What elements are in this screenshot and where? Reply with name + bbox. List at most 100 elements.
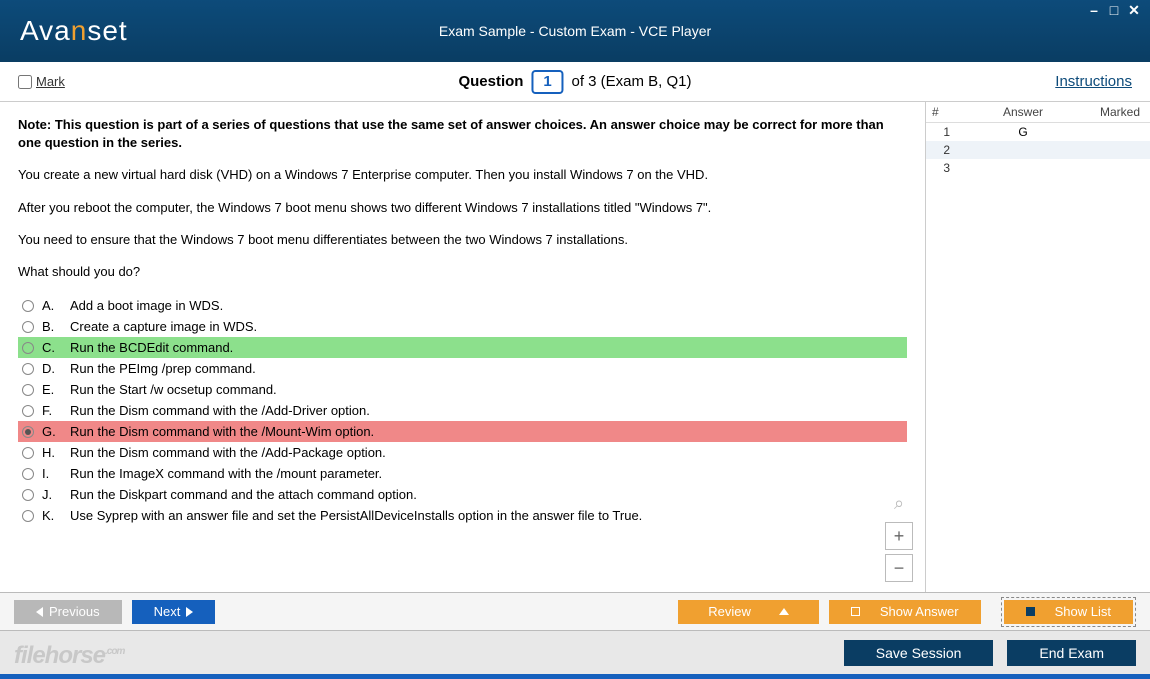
review-button[interactable]: Review: [678, 600, 819, 624]
answer-option[interactable]: D. Run the PEImg /prep command.: [18, 358, 907, 379]
show-answer-button[interactable]: Show Answer: [829, 600, 981, 624]
list-item[interactable]: 1G: [926, 123, 1150, 141]
square-icon: [851, 607, 860, 616]
body-p4: What should you do?: [18, 263, 907, 281]
answer-option[interactable]: K. Use Syprep with an answer file and set…: [18, 505, 907, 526]
col-marked: Marked: [1090, 102, 1150, 122]
mark-checkbox[interactable]: [18, 75, 32, 89]
body-p2: After you reboot the computer, the Windo…: [18, 199, 907, 217]
col-answer: Answer: [956, 102, 1090, 122]
end-exam-button[interactable]: End Exam: [1007, 640, 1136, 666]
save-session-button[interactable]: Save Session: [844, 640, 994, 666]
footer-bar: filehorse.com Save Session End Exam: [0, 630, 1150, 674]
answer-option[interactable]: G. Run the Dism command with the /Mount-W…: [18, 421, 907, 442]
window-title: Exam Sample - Custom Exam - VCE Player: [439, 23, 711, 39]
show-list-button[interactable]: Show List: [1004, 600, 1133, 624]
next-button[interactable]: Next: [132, 600, 216, 624]
answer-text: Run the Dism command with the /Mount-Wim…: [70, 424, 374, 439]
radio-icon[interactable]: [22, 468, 34, 480]
question-bar: Mark Question 1 of 3 (Exam B, Q1) Instru…: [0, 62, 1150, 102]
answer-option[interactable]: J. Run the Diskpart command and the attac…: [18, 484, 907, 505]
instructions-link[interactable]: Instructions: [1055, 73, 1132, 90]
radio-icon[interactable]: [22, 489, 34, 501]
show-list-wrapper: Show List: [1001, 597, 1136, 627]
zoom-controls: ⌕ + −: [885, 493, 913, 582]
answer-text: Create a capture image in WDS.: [70, 319, 257, 334]
app-logo: Avanset: [20, 15, 128, 47]
radio-icon[interactable]: [22, 426, 34, 438]
answer-list-panel: # Answer Marked 1G23: [926, 102, 1150, 592]
answer-text: Add a boot image in WDS.: [70, 298, 223, 313]
show-list-label: Show List: [1055, 604, 1111, 619]
answer-text: Run the Dism command with the /Add-Drive…: [70, 403, 370, 418]
answer-letter: A.: [42, 298, 62, 313]
magnifier-icon[interactable]: ⌕: [894, 493, 904, 514]
answer-letter: I.: [42, 466, 62, 481]
question-number-input[interactable]: 1: [531, 70, 563, 94]
radio-icon[interactable]: [22, 405, 34, 417]
radio-icon[interactable]: [22, 300, 34, 312]
question-indicator: Question 1 of 3 (Exam B, Q1): [458, 70, 691, 94]
nav-bar: Previous Next Review Show Answer Show Li…: [0, 592, 1150, 630]
list-item[interactable]: 2: [926, 141, 1150, 159]
radio-icon[interactable]: [22, 447, 34, 459]
logo-accent: n: [71, 15, 88, 46]
mark-checkbox-group[interactable]: Mark: [18, 74, 65, 89]
chevron-left-icon: [36, 607, 43, 617]
review-label: Review: [708, 604, 751, 619]
side-rows: 1G23: [926, 123, 1150, 177]
show-answer-label: Show Answer: [880, 604, 959, 619]
body-p3: You need to ensure that the Windows 7 bo…: [18, 231, 907, 249]
answer-option[interactable]: F. Run the Dism command with the /Add-Dri…: [18, 400, 907, 421]
zoom-out-button[interactable]: −: [885, 554, 913, 582]
answer-letter: K.: [42, 508, 62, 523]
question-of-text: of 3 (Exam B, Q1): [571, 73, 691, 90]
answer-letter: D.: [42, 361, 62, 376]
body-p1: You create a new virtual hard disk (VHD)…: [18, 166, 907, 184]
close-icon[interactable]: ✕: [1126, 2, 1142, 19]
radio-icon[interactable]: [22, 384, 34, 396]
list-item[interactable]: 3: [926, 159, 1150, 177]
chevron-up-icon: [779, 608, 789, 615]
side-header: # Answer Marked: [926, 102, 1150, 123]
zoom-in-button[interactable]: +: [885, 522, 913, 550]
answer-option[interactable]: B. Create a capture image in WDS.: [18, 316, 907, 337]
answer-option[interactable]: I. Run the ImageX command with the /mount…: [18, 463, 907, 484]
watermark: filehorse.com: [14, 642, 124, 670]
col-num: #: [926, 102, 956, 122]
answer-text: Run the Start /w ocsetup command.: [70, 382, 277, 397]
radio-icon[interactable]: [22, 510, 34, 522]
answer-option[interactable]: H.Run the Dism command with the /Add-Pac…: [18, 442, 907, 463]
answer-text: Run the ImageX command with the /mount p…: [70, 466, 382, 481]
radio-icon[interactable]: [22, 342, 34, 354]
answer-option[interactable]: C. Run the BCDEdit command.: [18, 337, 907, 358]
square-filled-icon: [1026, 607, 1035, 616]
answer-text: Run the PEImg /prep command.: [70, 361, 256, 376]
chevron-right-icon: [186, 607, 193, 617]
maximize-icon[interactable]: □: [1106, 2, 1122, 19]
answer-letter: F.: [42, 403, 62, 418]
main-area: Note: This question is part of a series …: [0, 102, 1150, 592]
mark-label: Mark: [36, 74, 65, 89]
radio-icon[interactable]: [22, 363, 34, 375]
answer-text: Run the Diskpart command and the attach …: [70, 487, 417, 502]
answer-text: Run the BCDEdit command.: [70, 340, 233, 355]
question-label: Question: [458, 73, 523, 90]
minimize-icon[interactable]: –: [1086, 2, 1102, 19]
answer-letter: C.: [42, 340, 62, 355]
answer-text: Use Syprep with an answer file and set t…: [70, 508, 642, 523]
logo-text2: set: [87, 15, 127, 46]
answer-letter: H.: [42, 445, 62, 460]
next-label: Next: [154, 604, 181, 619]
radio-icon[interactable]: [22, 321, 34, 333]
previous-button[interactable]: Previous: [14, 600, 122, 624]
answer-option[interactable]: A. Add a boot image in WDS.: [18, 295, 907, 316]
answer-letter: E.: [42, 382, 62, 397]
answer-letter: G.: [42, 424, 62, 439]
answer-letter: J.: [42, 487, 62, 502]
answer-letter: B.: [42, 319, 62, 334]
title-bar: Avanset Exam Sample - Custom Exam - VCE …: [0, 0, 1150, 62]
question-content: Note: This question is part of a series …: [0, 102, 926, 592]
previous-label: Previous: [49, 604, 100, 619]
answer-option[interactable]: E. Run the Start /w ocsetup command.: [18, 379, 907, 400]
